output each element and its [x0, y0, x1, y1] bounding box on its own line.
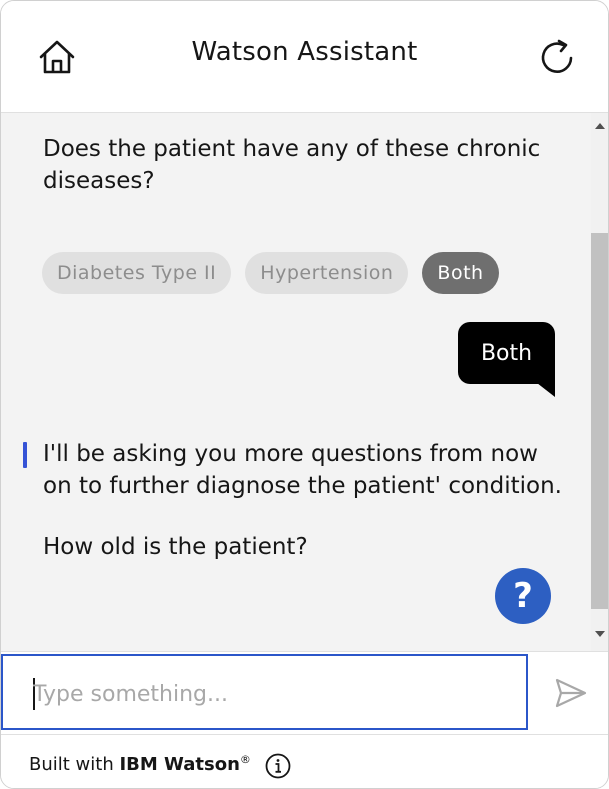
- brand-name: IBM Watson: [119, 754, 240, 775]
- bot-question: Does the patient have any of these chron…: [43, 136, 541, 194]
- restart-button[interactable]: [533, 33, 581, 81]
- footer: Built with IBM Watson®: [1, 734, 608, 788]
- built-with-label: Built with IBM Watson®: [29, 753, 251, 775]
- message-input-box[interactable]: [1, 654, 528, 730]
- scroll-up-arrow[interactable]: [595, 123, 605, 129]
- scroll-down-arrow[interactable]: [595, 631, 605, 637]
- user-message-bubble: Both: [458, 322, 555, 384]
- header: Watson Assistant: [1, 1, 608, 113]
- option-diabetes-type-ii[interactable]: Diabetes Type II: [42, 252, 232, 294]
- info-button[interactable]: [265, 753, 291, 779]
- scrollbar[interactable]: [591, 113, 608, 651]
- user-bubble-tail: [537, 383, 555, 397]
- restart-icon: [541, 39, 573, 73]
- option-buttons: Diabetes Type II Hypertension Both: [42, 252, 499, 294]
- bot-message-indicator: [23, 442, 27, 468]
- bot-question: How old is the patient?: [43, 534, 308, 560]
- option-hypertension[interactable]: Hypertension: [245, 252, 409, 294]
- info-icon: [265, 753, 291, 779]
- input-area: [1, 651, 608, 734]
- header-title: Watson Assistant: [191, 37, 418, 67]
- built-with-prefix: Built with: [29, 754, 120, 775]
- help-icon: ?: [513, 576, 533, 616]
- registered-mark: ®: [239, 753, 251, 766]
- send-icon: [555, 678, 587, 708]
- scroll-thumb[interactable]: [591, 233, 608, 609]
- send-button[interactable]: [553, 675, 589, 711]
- message-list[interactable]: Does the patient have any of these chron…: [1, 113, 591, 651]
- assistant-window: Watson Assistant Does the patient have a…: [0, 0, 609, 789]
- help-button[interactable]: ?: [495, 568, 551, 624]
- option-both[interactable]: Both: [422, 252, 499, 294]
- message-input[interactable]: [31, 676, 515, 712]
- bot-message: I'll be asking you more questions from n…: [43, 441, 562, 499]
